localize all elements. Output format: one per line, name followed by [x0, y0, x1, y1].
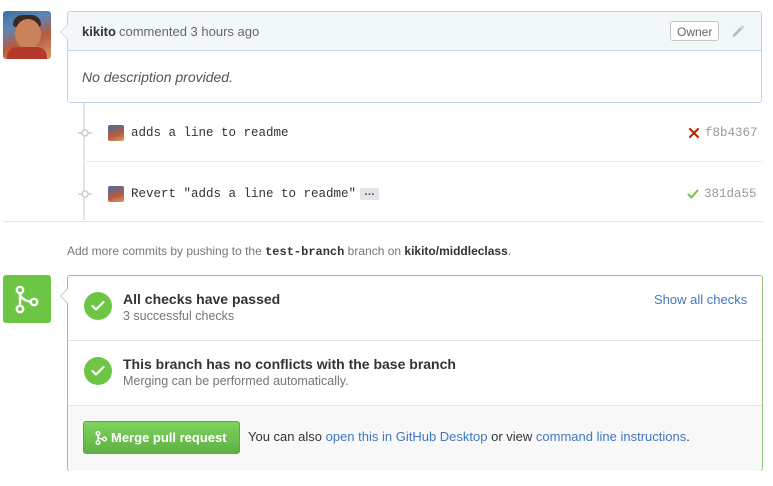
expand-commit-button[interactable]: …	[360, 186, 380, 200]
commit-row: adds a line to readme f8b4367	[75, 103, 763, 163]
author-avatar[interactable]	[3, 11, 51, 59]
merge-footer: Merge pull request You can also open thi…	[68, 406, 762, 471]
merge-pull-request-button[interactable]: Merge pull request	[83, 421, 240, 454]
merge-alt-prefix: You can also	[248, 429, 322, 444]
checks-success-icon	[84, 292, 112, 320]
commit-message[interactable]: Revert "adds a line to readme" …	[131, 186, 380, 201]
merge-alternatives: You can also open this in GitHub Desktop…	[248, 429, 690, 444]
merge-button-label: Merge pull request	[111, 430, 227, 445]
commit-sha[interactable]: 381da55	[704, 187, 757, 201]
no-conflicts-icon	[84, 357, 112, 385]
commit-author-avatar[interactable]	[108, 186, 124, 202]
x-failure-icon[interactable]	[688, 127, 700, 139]
git-merge-icon	[3, 275, 51, 323]
commit-sha[interactable]: f8b4367	[705, 126, 758, 140]
commit-message-text[interactable]: Revert "adds a line to readme"	[131, 187, 356, 201]
comment-author[interactable]: kikito	[82, 24, 116, 39]
git-commit-icon	[78, 190, 92, 198]
push-hint-suffix: .	[507, 244, 512, 258]
repo-name: kikito/middleclass	[404, 244, 508, 258]
git-merge-icon	[95, 431, 107, 445]
conflicts-subtitle: Merging can be performed automatically.	[123, 374, 349, 388]
merge-alt-suffix: .	[686, 429, 690, 444]
commit-message[interactable]: adds a line to readme	[131, 126, 289, 140]
branch-name: test-branch	[265, 245, 345, 259]
comment-timestamp[interactable]: commented 3 hours ago	[119, 24, 259, 39]
open-in-desktop-link[interactable]: open this in GitHub Desktop	[326, 429, 488, 444]
merge-divider	[68, 340, 762, 341]
commit-author-avatar[interactable]	[108, 125, 124, 141]
push-hint-middle: branch on	[347, 244, 402, 258]
pencil-icon[interactable]	[730, 23, 746, 39]
command-line-instructions-link[interactable]: command line instructions	[536, 429, 686, 444]
checks-subtitle: 3 successful checks	[123, 309, 235, 323]
git-commit-icon	[78, 129, 92, 137]
checks-title: All checks have passed	[123, 291, 281, 307]
pr-comment: kikito commented 3 hours ago Owner No de…	[60, 11, 762, 103]
conflicts-title: This branch has no conflicts with the ba…	[123, 356, 456, 372]
merge-status-box: All checks have passed 3 successful chec…	[60, 275, 763, 471]
merge-alt-middle: or view	[491, 429, 533, 444]
comment-body: No description provided.	[82, 69, 233, 85]
show-all-checks-link[interactable]: Show all checks	[654, 292, 747, 307]
comment-header: kikito commented 3 hours ago Owner	[68, 12, 761, 51]
commit-row: Revert "adds a line to readme" … 381da55	[75, 162, 763, 222]
owner-badge: Owner	[670, 21, 720, 41]
push-hint: Add more commits by pushing to the test-…	[67, 244, 511, 259]
check-success-icon[interactable]	[687, 188, 699, 200]
push-hint-prefix: Add more commits by pushing to the	[67, 244, 262, 258]
timeline-divider	[3, 221, 763, 222]
